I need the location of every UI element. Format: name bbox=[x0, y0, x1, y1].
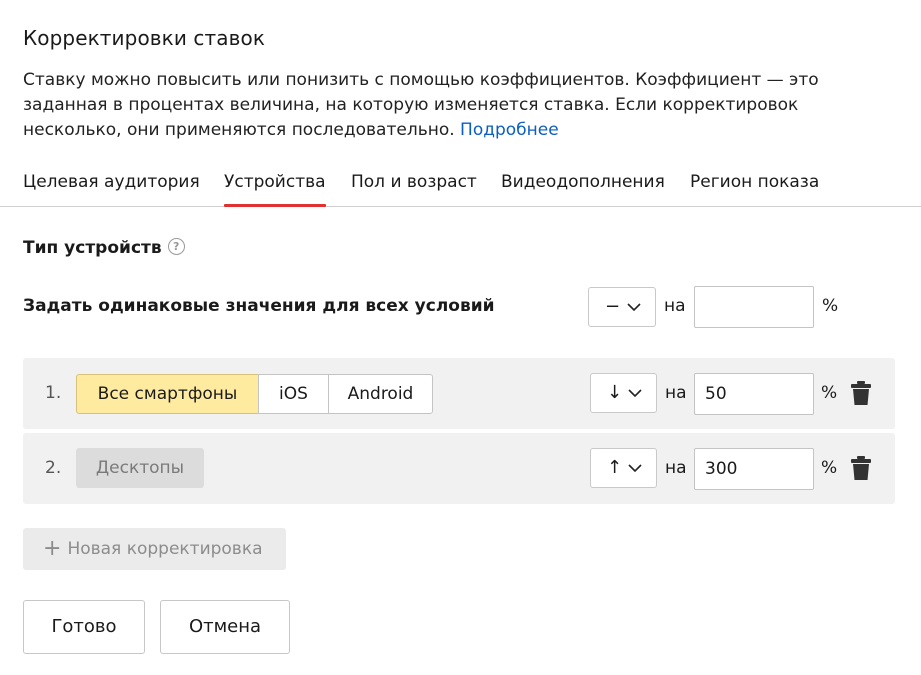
device-chip-desktops[interactable]: Десктопы bbox=[76, 448, 204, 488]
tab-region[interactable]: Регион показа bbox=[690, 172, 819, 192]
direction-symbol: ↑ bbox=[607, 457, 623, 478]
row-2-direction-select[interactable]: ↑ bbox=[590, 448, 657, 488]
question-circle-icon[interactable]: ? bbox=[167, 237, 185, 255]
tab-target-audience[interactable]: Целевая аудитория bbox=[23, 172, 200, 192]
tab-gender-age[interactable]: Пол и возраст bbox=[351, 172, 477, 192]
on-label: на bbox=[665, 458, 687, 478]
percent-sign: % bbox=[821, 383, 838, 403]
plus-icon: + bbox=[43, 536, 62, 561]
chevron-down-icon bbox=[628, 389, 642, 398]
trash-icon[interactable] bbox=[851, 456, 871, 480]
tabs-bar: Целевая аудитория Устройства Пол и возра… bbox=[0, 168, 921, 207]
same-values-input[interactable] bbox=[694, 286, 814, 328]
same-values-direction-select[interactable]: − bbox=[588, 287, 656, 327]
more-link[interactable]: Подробнее bbox=[460, 120, 559, 140]
segment-ios[interactable]: iOS bbox=[258, 374, 329, 414]
section-title-text: Тип устройств bbox=[23, 238, 162, 258]
same-values-label: Задать одинаковые значения для всех усло… bbox=[23, 296, 495, 316]
chevron-down-icon bbox=[627, 303, 641, 312]
row-index: 2. bbox=[45, 458, 62, 478]
row-1-value-input[interactable]: 50 bbox=[694, 373, 814, 415]
direction-symbol: ↓ bbox=[607, 382, 623, 403]
description: Ставку можно повысить или понизить с пом… bbox=[23, 68, 883, 143]
percent-sign: % bbox=[821, 458, 838, 478]
description-text: Ставку можно повысить или понизить с пом… bbox=[23, 70, 819, 140]
row-index: 1. bbox=[45, 383, 62, 403]
percent-sign: % bbox=[822, 296, 839, 316]
cancel-button[interactable]: Отмена bbox=[160, 600, 290, 654]
segment-android[interactable]: Android bbox=[328, 374, 433, 414]
dialog-title: Корректировки ставок bbox=[23, 26, 266, 50]
trash-icon[interactable] bbox=[851, 381, 871, 405]
on-label: на bbox=[664, 296, 686, 316]
chevron-down-icon bbox=[628, 464, 642, 473]
adjustment-row-2: 2. Десктопы ↑ на 300 % bbox=[23, 433, 895, 504]
done-button[interactable]: Готово bbox=[23, 600, 145, 654]
on-label: на bbox=[665, 383, 687, 403]
direction-symbol: − bbox=[605, 296, 621, 317]
segment-all-smartphones[interactable]: Все смартфоны bbox=[76, 374, 259, 414]
section-title: Тип устройств? bbox=[23, 237, 185, 258]
tab-devices[interactable]: Устройства bbox=[224, 172, 326, 207]
tab-video-extensions[interactable]: Видеодополнения bbox=[501, 172, 665, 192]
adjustment-row-1: 1. Все смартфоны iOS Android ↓ на 50 % bbox=[23, 358, 895, 429]
row-2-value-input[interactable]: 300 bbox=[694, 448, 814, 490]
new-adjustment-label: Новая корректировка bbox=[67, 539, 263, 559]
new-adjustment-button[interactable]: + Новая корректировка bbox=[23, 528, 286, 570]
row-1-direction-select[interactable]: ↓ bbox=[590, 373, 657, 413]
